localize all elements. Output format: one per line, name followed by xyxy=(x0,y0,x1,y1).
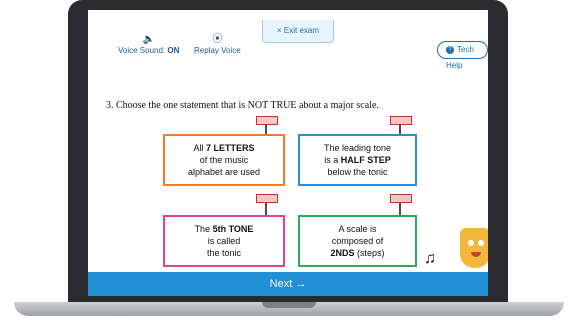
option-line: of the music xyxy=(199,155,249,165)
option-line: All 7 LETTERS xyxy=(193,143,255,153)
answer-option-1[interactable]: All 7 LETTERS of the music alphabet are … xyxy=(163,134,285,186)
question-text: 3. Choose the one statement that is NOT … xyxy=(106,100,379,111)
signpost-sign xyxy=(256,194,278,203)
option-line: The leading tone xyxy=(323,143,392,153)
next-button[interactable]: Next → xyxy=(88,272,488,296)
mascot-eye xyxy=(478,240,484,246)
voice-label: Voice Sound: xyxy=(118,46,166,55)
signpost-sign xyxy=(256,116,278,125)
voice-sound-toggle[interactable]: 🔈 Voice Sound: ON xyxy=(118,34,179,55)
option-line: is a HALF STEP xyxy=(324,155,391,165)
music-notes-icon: ♫ xyxy=(424,250,436,267)
option-line: 2NDS (steps) xyxy=(330,248,385,258)
answer-option-3[interactable]: The 5th TONE is called the tonic xyxy=(163,215,285,267)
voice-value: ON xyxy=(167,46,180,55)
replay-label: Replay Voice xyxy=(194,46,241,55)
option-line: composed of xyxy=(331,236,384,246)
play-icon: ⦿ xyxy=(212,34,223,45)
option-line: A scale is xyxy=(338,224,377,234)
mascot-character xyxy=(460,228,488,268)
answer-option-2[interactable]: The leading tone is a HALF STEP below th… xyxy=(298,134,417,186)
laptop-notch xyxy=(262,302,316,308)
speaker-icon: 🔈 xyxy=(142,34,155,45)
option-line: alphabet are used xyxy=(187,167,261,177)
exit-exam-button[interactable]: × Exit exam xyxy=(262,20,334,43)
signpost-sign xyxy=(390,194,412,203)
tech-help-button[interactable]: ? Tech Help xyxy=(437,41,488,70)
exam-screen: × Exit exam 🔈 Voice Sound: ON ⦿ Replay V… xyxy=(88,10,488,296)
option-line: the tonic xyxy=(206,248,242,258)
option-line: The 5th TONE xyxy=(194,224,254,234)
option-line: below the tonic xyxy=(327,167,388,177)
option-line: is called xyxy=(207,236,241,246)
replay-voice-button[interactable]: ⦿ Replay Voice xyxy=(194,34,241,55)
answer-option-4[interactable]: A scale is composed of 2NDS (steps) xyxy=(298,215,417,267)
signpost-sign xyxy=(390,116,412,125)
question-icon: ? xyxy=(446,45,454,54)
mascot-eye xyxy=(468,240,474,246)
